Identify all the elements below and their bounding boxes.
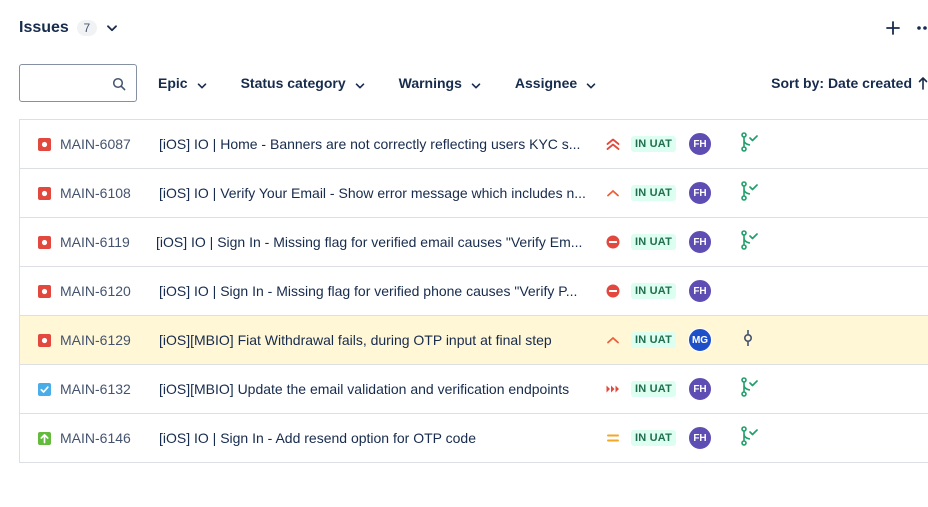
status-badge[interactable]: IN UAT	[631, 430, 677, 446]
chevron-down-icon[interactable]	[106, 22, 118, 34]
pull-request-merged-icon[interactable]	[740, 132, 758, 152]
pull-request-merged-icon[interactable]	[740, 426, 758, 446]
issue-count-badge: 7	[76, 20, 97, 36]
avatar[interactable]: FH	[688, 279, 712, 303]
issue-summary[interactable]: [iOS] IO | Sign In - Missing flag for ve…	[156, 218, 596, 266]
table-row[interactable]: MAIN-6087 [iOS] IO | Home - Banners are …	[20, 120, 928, 169]
pull-request-merged-icon[interactable]	[740, 181, 758, 201]
chevron-down-icon	[355, 78, 365, 89]
commit-icon[interactable]	[742, 328, 754, 348]
avatar[interactable]: FH	[688, 426, 712, 450]
table-row-selected[interactable]: MAIN-6129 [iOS][MBIO] Fiat Withdrawal fa…	[20, 316, 928, 365]
issue-key[interactable]: MAIN-6087	[60, 120, 131, 168]
status-badge[interactable]: IN UAT	[631, 136, 677, 152]
pull-request-merged-icon[interactable]	[740, 230, 758, 250]
filter-assignee[interactable]: Assignee	[515, 75, 596, 91]
chevron-down-icon	[197, 78, 207, 89]
avatar[interactable]: FH	[688, 230, 712, 254]
task-icon	[38, 383, 51, 396]
sort-label: Sort by: Date created	[771, 75, 912, 91]
avatar[interactable]: FH	[688, 377, 712, 401]
bug-icon	[38, 334, 51, 347]
filter-label: Status category	[240, 75, 346, 91]
issue-summary[interactable]: [iOS] IO | Sign In - Add resend option f…	[159, 414, 599, 462]
issue-summary[interactable]: [iOS] IO | Sign In - Missing flag for ve…	[159, 267, 599, 315]
header-actions	[886, 16, 928, 40]
avatar[interactable]: FH	[688, 181, 712, 205]
issue-key[interactable]: MAIN-6129	[60, 316, 131, 364]
search-field[interactable]	[19, 64, 137, 102]
medium-priority-icon	[605, 431, 621, 445]
status-badge[interactable]: IN UAT	[631, 283, 677, 299]
filter-status-category[interactable]: Status category	[241, 75, 365, 91]
table-row[interactable]: MAIN-6146 [iOS] IO | Sign In - Add resen…	[20, 414, 928, 463]
high-priority-icon	[605, 186, 621, 200]
bug-icon	[38, 285, 51, 298]
arrow-up-icon	[918, 76, 928, 90]
issue-summary[interactable]: [iOS][MBIO] Fiat Withdrawal fails, durin…	[159, 316, 599, 364]
chevron-down-icon	[586, 78, 596, 89]
status-badge[interactable]: IN UAT	[631, 234, 677, 250]
table-row[interactable]: MAIN-6108 [iOS] IO | Verify Your Email -…	[20, 169, 928, 218]
bug-icon	[38, 138, 51, 151]
table-row[interactable]: MAIN-6120 [iOS] IO | Sign In - Missing f…	[20, 267, 928, 316]
critical-priority-icon	[605, 382, 621, 396]
filter-bar: Epic Status category Warnings Assignee	[19, 63, 596, 103]
filter-epic[interactable]: Epic	[158, 75, 207, 91]
issues-header: Issues 7	[19, 16, 118, 40]
page-title: Issues	[19, 19, 69, 36]
blocker-priority-icon	[605, 284, 621, 298]
avatar[interactable]: MG	[688, 328, 712, 352]
issue-summary[interactable]: [iOS][MBIO] Update the email validation …	[159, 365, 599, 413]
search-icon	[112, 77, 126, 91]
status-badge[interactable]: IN UAT	[631, 332, 677, 348]
table-row[interactable]: MAIN-6119 [iOS] IO | Sign In - Missing f…	[20, 218, 928, 267]
highest-priority-icon	[605, 137, 621, 151]
filter-label: Assignee	[514, 75, 578, 91]
avatar[interactable]: FH	[688, 132, 712, 156]
issue-key[interactable]: MAIN-6108	[60, 169, 131, 217]
filter-label: Warnings	[398, 75, 462, 91]
issue-key[interactable]: MAIN-6132	[60, 365, 131, 413]
search-input[interactable]	[20, 65, 126, 101]
bug-icon	[38, 236, 51, 249]
blocker-priority-icon	[605, 235, 621, 249]
pull-request-merged-icon[interactable]	[740, 377, 758, 397]
add-issue-button[interactable]	[886, 21, 900, 35]
table-row[interactable]: MAIN-6132 [iOS][MBIO] Update the email v…	[20, 365, 928, 414]
filter-warnings[interactable]: Warnings	[399, 75, 481, 91]
issue-key[interactable]: MAIN-6119	[60, 218, 130, 266]
status-badge[interactable]: IN UAT	[631, 185, 677, 201]
issues-table: MAIN-6087 [iOS] IO | Home - Banners are …	[19, 119, 928, 463]
issue-key[interactable]: MAIN-6120	[60, 267, 131, 315]
filter-label: Epic	[158, 75, 188, 91]
high-priority-icon	[605, 333, 621, 347]
status-badge[interactable]: IN UAT	[631, 381, 677, 397]
issue-summary[interactable]: [iOS] IO | Verify Your Email - Show erro…	[159, 169, 599, 217]
story-icon	[38, 432, 51, 445]
issue-summary[interactable]: [iOS] IO | Home - Banners are not correc…	[159, 120, 599, 168]
chevron-down-icon	[471, 78, 481, 89]
more-actions-button[interactable]	[916, 20, 928, 36]
sort-button[interactable]: Sort by: Date created	[771, 63, 928, 103]
bug-icon	[38, 187, 51, 200]
issue-key[interactable]: MAIN-6146	[60, 414, 131, 462]
